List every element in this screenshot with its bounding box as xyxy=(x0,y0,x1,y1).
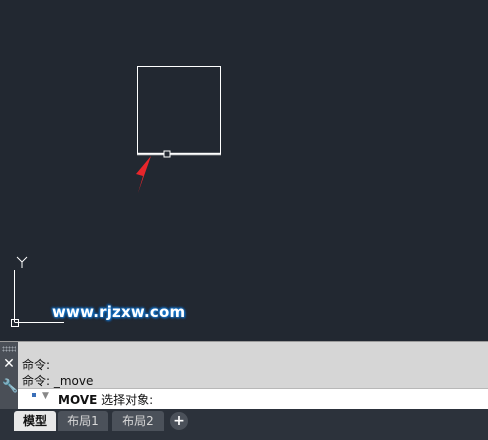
prompt-icon xyxy=(32,393,36,397)
chevron-down-icon[interactable]: ▼ xyxy=(42,391,49,401)
command-input[interactable]: ▼ MOVE 选择对象: xyxy=(18,388,488,409)
wrench-icon[interactable]: 🔧 xyxy=(2,378,18,396)
command-name: MOVE xyxy=(58,393,98,407)
close-icon[interactable]: ✕ xyxy=(2,356,16,372)
layout-tab-bar: 模型 布局1 布局2 + xyxy=(0,409,488,440)
tab-layout1[interactable]: 布局1 xyxy=(58,411,108,431)
drag-handle-icon[interactable] xyxy=(2,346,16,352)
command-prompt: 选择对象: xyxy=(97,393,154,407)
command-grip[interactable]: ✕ 🔧 xyxy=(0,342,18,410)
tab-model[interactable]: 模型 xyxy=(14,411,56,431)
command-history-line: 命令: _move xyxy=(22,374,94,388)
tab-layout2[interactable]: 布局2 xyxy=(112,411,164,431)
add-layout-button[interactable]: + xyxy=(170,412,188,430)
command-line-panel: ✕ 🔧 命令: 命令: _move ▼ MOVE 选择对象: xyxy=(0,341,488,410)
command-input-text: MOVE 选择对象: xyxy=(58,391,153,408)
command-history-line: 命令: xyxy=(22,358,51,372)
